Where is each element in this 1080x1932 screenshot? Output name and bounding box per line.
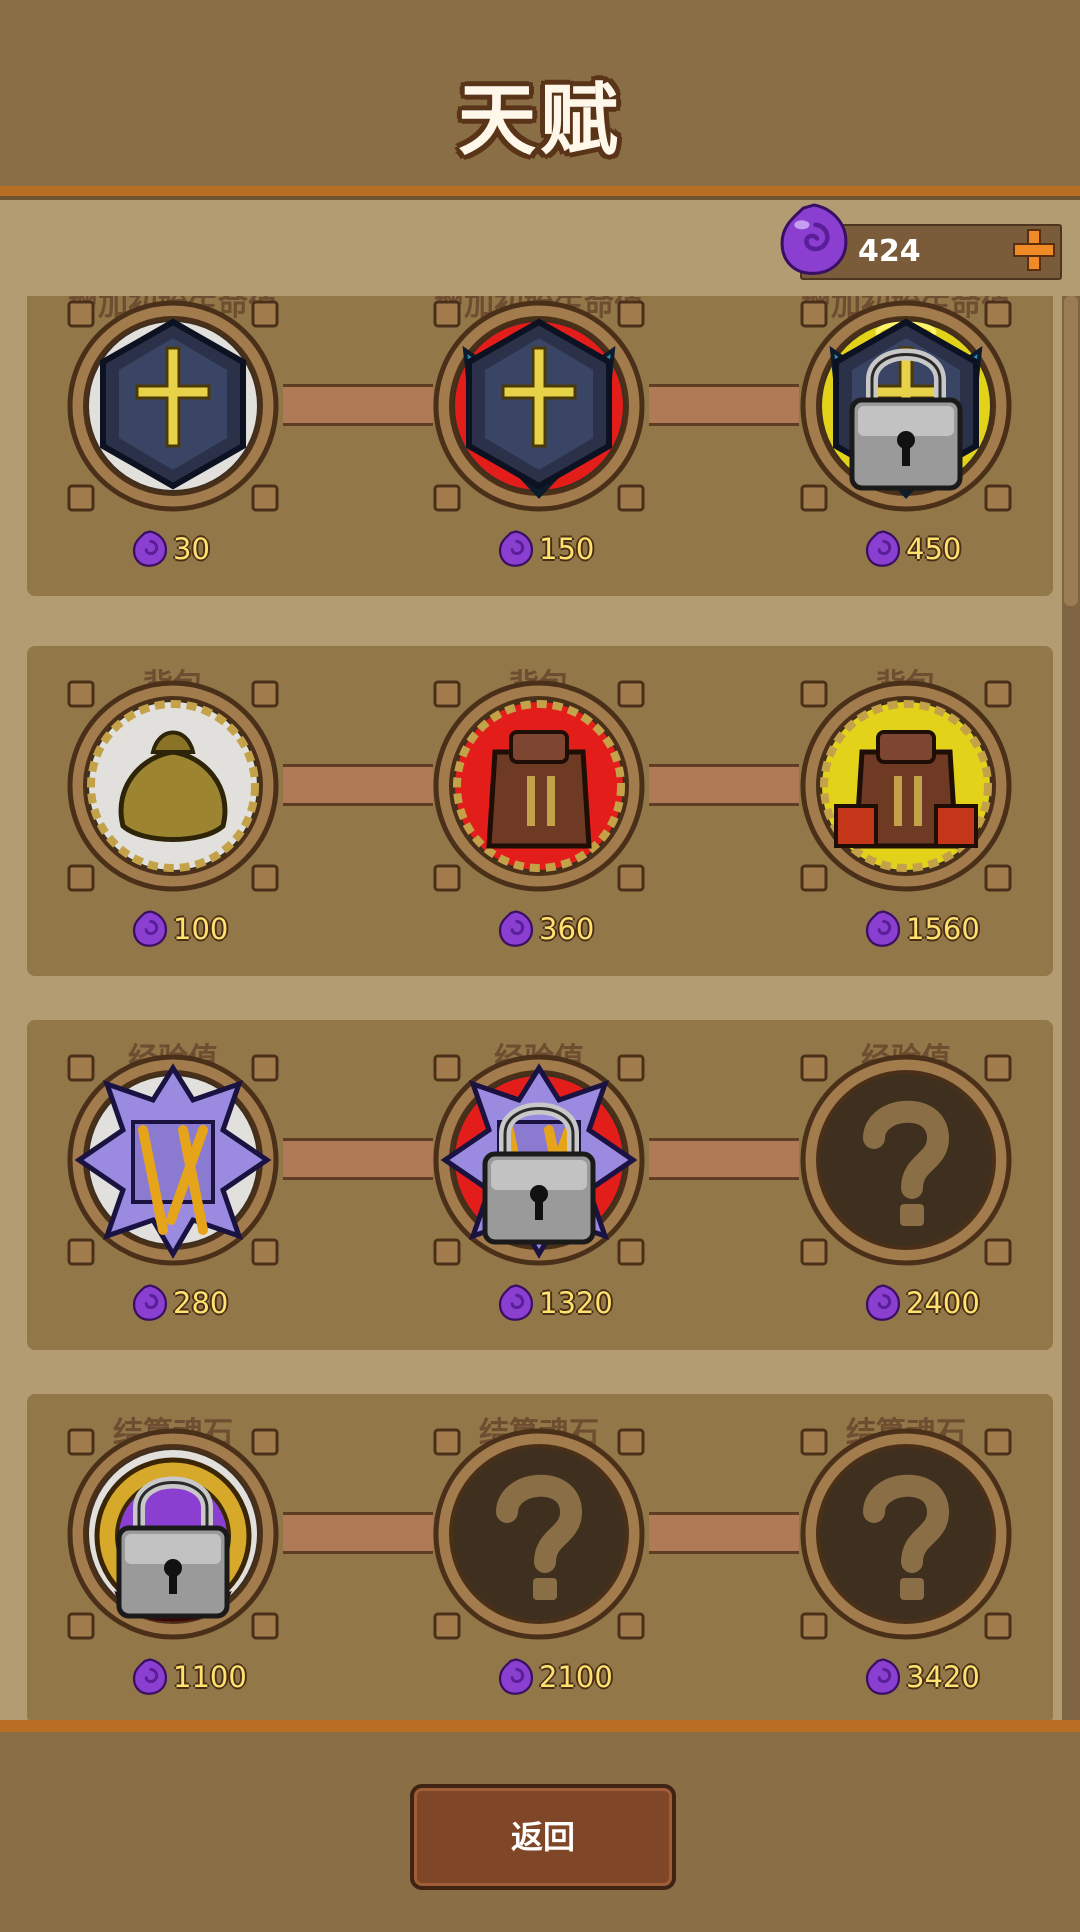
soul-stone-icon — [132, 910, 168, 947]
soul-stone-icon — [132, 530, 168, 567]
talent-node[interactable] — [63, 676, 283, 896]
talent-cost-value: 1100 — [173, 1660, 247, 1694]
add-currency-button[interactable] — [1012, 228, 1056, 272]
talent-cost-value: 150 — [539, 532, 595, 566]
soul-stone-icon — [498, 530, 534, 567]
talent-node[interactable] — [796, 1424, 1016, 1644]
talent-cost-value: 100 — [173, 912, 229, 946]
soul-stone-icon — [498, 910, 534, 947]
talent-node[interactable] — [429, 1050, 649, 1270]
soul-stone-icon — [132, 1658, 168, 1695]
scrollbar-thumb[interactable] — [1064, 296, 1078, 606]
soul-stone-icon — [865, 1658, 901, 1695]
talent-node[interactable] — [429, 676, 649, 896]
soul-stone-icon — [865, 910, 901, 947]
talent-node[interactable] — [429, 1424, 649, 1644]
talent-connector — [649, 1512, 799, 1554]
page-title: 天赋 — [457, 76, 622, 166]
soul-stone-icon — [498, 1658, 534, 1695]
cross-shield-icon — [100, 318, 246, 490]
soul-stone-icon — [865, 530, 901, 567]
talent-connector — [283, 1512, 433, 1554]
talent-connector — [649, 1138, 799, 1180]
talent-connector — [283, 384, 433, 426]
talent-cost-value: 30 — [173, 532, 210, 566]
soul-stone-icon — [498, 1284, 534, 1321]
back-button[interactable]: 返回 — [410, 1784, 676, 1890]
talent-node[interactable] — [796, 296, 1016, 516]
talent-node[interactable] — [63, 296, 283, 516]
talent-node[interactable] — [796, 676, 1016, 896]
talent-node[interactable] — [429, 296, 649, 516]
talent-cost-value: 3420 — [906, 1660, 980, 1694]
talent-node[interactable] — [63, 1424, 283, 1644]
talent-cost-value: 2100 — [539, 1660, 613, 1694]
soul-stone-count: 424 — [858, 234, 921, 269]
talent-cost-value: 1560 — [906, 912, 980, 946]
talent-cost-value: 360 — [539, 912, 595, 946]
talent-cost-value: 280 — [173, 1286, 229, 1320]
talent-list[interactable]: 增加初始生命值 30增加初始生命值 150增加初始生命值 450背包 — [0, 296, 1062, 1720]
talent-connector — [283, 764, 433, 806]
soul-stone-icon — [132, 1284, 168, 1321]
talent-connector — [649, 764, 799, 806]
talent-connector — [283, 1138, 433, 1180]
talent-connector — [649, 384, 799, 426]
soul-stone-icon — [865, 1284, 901, 1321]
talent-node[interactable] — [796, 1050, 1016, 1270]
talent-node[interactable] — [63, 1050, 283, 1270]
talent-cost-value: 2400 — [906, 1286, 980, 1320]
talent-cost-value: 450 — [906, 532, 962, 566]
talent-cost-value: 1320 — [539, 1286, 613, 1320]
soul-stone-icon — [780, 203, 848, 275]
